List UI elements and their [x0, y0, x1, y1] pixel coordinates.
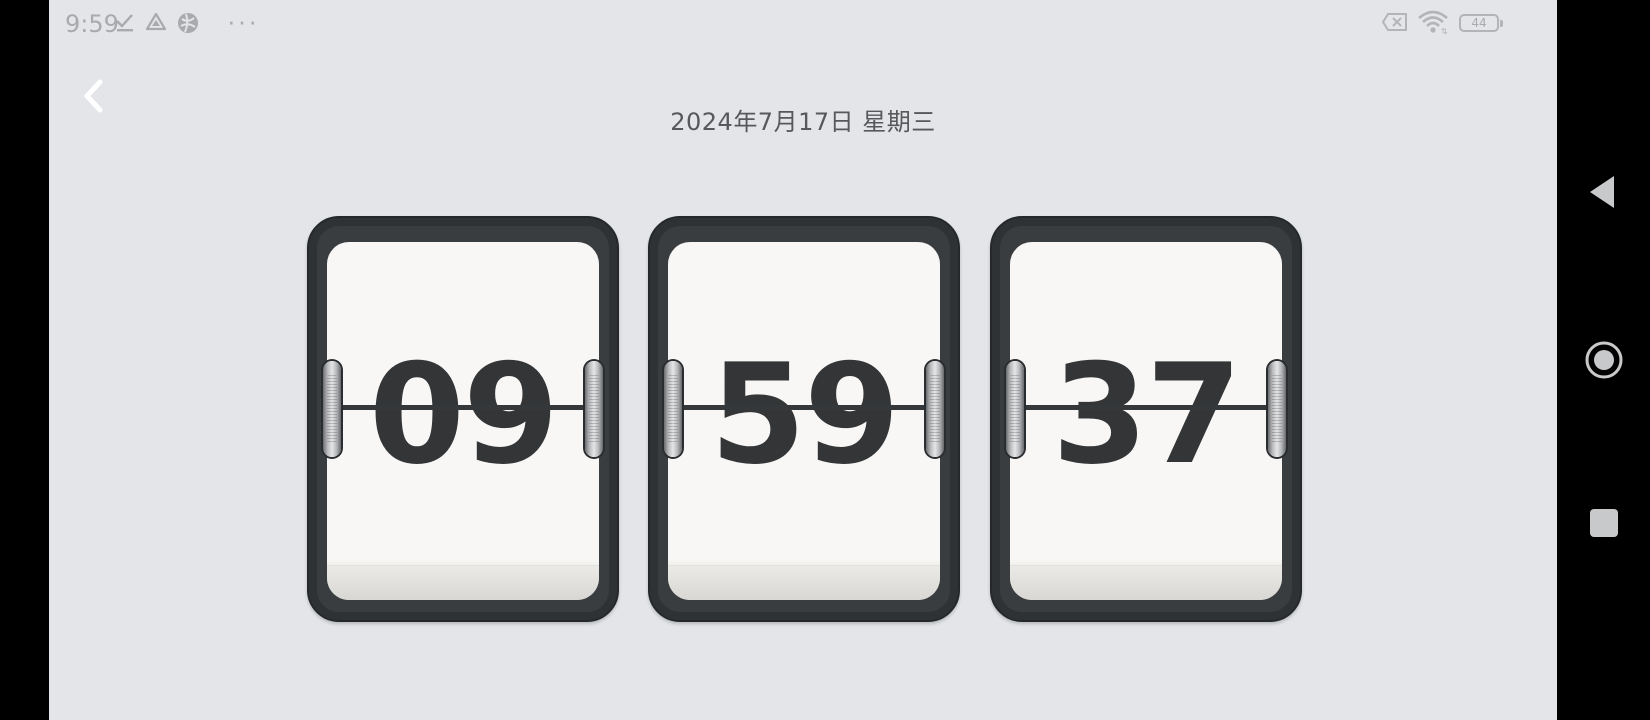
nav-recents-button[interactable]	[1584, 503, 1624, 543]
system-navigation-bar	[1557, 0, 1650, 720]
download-done-icon	[115, 12, 135, 37]
minutes-flip-card: 59	[648, 216, 960, 622]
nav-back-button[interactable]	[1584, 172, 1624, 212]
card-face: 59	[668, 242, 940, 600]
card-face: 09	[327, 242, 599, 600]
hinge-divider	[1022, 405, 1270, 410]
hinge-left	[323, 361, 341, 457]
drive-icon	[145, 12, 167, 37]
minutes-digits: 59	[709, 334, 900, 495]
battery-icon: 44	[1459, 14, 1503, 32]
hinge-divider	[339, 405, 587, 410]
status-bar: 9:59 ··· ⇅ 44	[49, 0, 1557, 48]
recents-square-icon	[1590, 509, 1618, 537]
seconds-flip-card: 37	[990, 216, 1302, 622]
hours-digits: 09	[368, 334, 559, 495]
more-dots-icon: ···	[227, 6, 259, 36]
seconds-digits: 37	[1051, 334, 1242, 495]
hinge-right	[926, 361, 944, 457]
nav-home-button[interactable]	[1584, 340, 1624, 380]
status-time: 9:59	[65, 10, 119, 38]
no-sim-icon	[1381, 12, 1409, 37]
svg-text:⇅: ⇅	[1441, 27, 1448, 34]
date-title: 2024年7月17日 星期三	[670, 108, 936, 136]
hours-flip-card: 09	[307, 216, 619, 622]
hinge-right	[585, 361, 603, 457]
hinge-divider	[680, 405, 928, 410]
home-circle-icon	[1585, 341, 1623, 379]
app-screen: 9:59 ··· ⇅ 44 2024年7月17日 星期三 09 59 37	[49, 0, 1557, 720]
back-triangle-icon	[1590, 176, 1614, 208]
vpn-icon	[177, 12, 199, 39]
hinge-right	[1268, 361, 1286, 457]
wifi-icon: ⇅	[1417, 10, 1449, 39]
card-face: 37	[1010, 242, 1282, 600]
hinge-left	[1006, 361, 1024, 457]
left-screen-border	[0, 0, 49, 720]
hinge-left	[664, 361, 682, 457]
